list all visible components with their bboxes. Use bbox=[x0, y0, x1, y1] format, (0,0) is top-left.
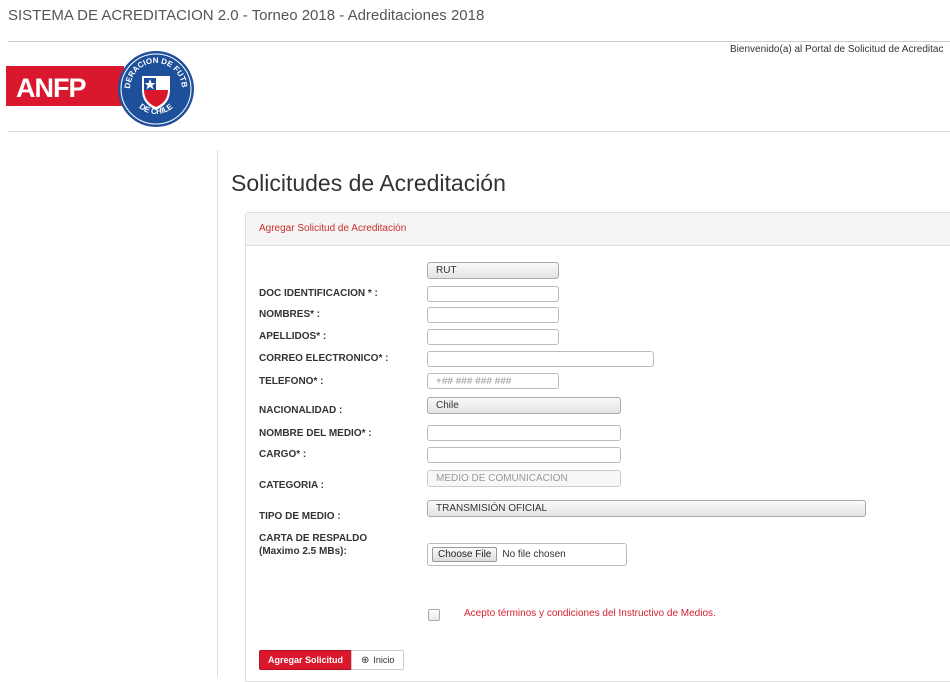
medio-label: NOMBRE DEL MEDIO* : bbox=[259, 428, 372, 439]
telefono-label: TELEFONO* : bbox=[259, 376, 324, 387]
anfp-logo[interactable]: ANFP FEDERACION DE FUTBOL DE CHILE bbox=[3, 41, 221, 130]
categoria-select: MEDIO DE COMUNICACION bbox=[427, 470, 621, 487]
app-title: SISTEMA DE ACREDITACION 2.0 - Torneo 201… bbox=[8, 7, 485, 24]
terms-checkbox[interactable] bbox=[428, 609, 440, 621]
page-title: Solicitudes de Acreditación bbox=[231, 170, 506, 196]
cargo-label: CARGO* : bbox=[259, 449, 307, 460]
tipo-medio-label: TIPO DE MEDIO : bbox=[259, 511, 341, 522]
nacionalidad-label: NACIONALIDAD : bbox=[259, 405, 343, 416]
submit-button[interactable]: Agregar Solicitud bbox=[259, 650, 353, 670]
telefono-input[interactable] bbox=[427, 373, 559, 389]
choose-file-button[interactable]: Choose File bbox=[432, 547, 498, 562]
header-bottom-divider bbox=[8, 131, 950, 132]
anfp-logo-graphic: ANFP FEDERACION DE FUTBOL DE CHILE bbox=[3, 41, 194, 127]
nacionalidad-select[interactable]: Chile bbox=[427, 397, 621, 414]
categoria-label: CATEGORIA : bbox=[259, 480, 324, 491]
medio-input[interactable] bbox=[427, 425, 621, 441]
welcome-message: Bienvenido(a) al Portal de Solicitud de … bbox=[730, 44, 944, 55]
carta-size-label: (Maximo 2.5 MBs): bbox=[259, 546, 347, 557]
nombres-input[interactable] bbox=[427, 307, 559, 323]
email-input[interactable] bbox=[427, 351, 654, 367]
nombres-label: NOMBRES* : bbox=[259, 309, 321, 320]
correo-label: CORREO ELECTRONICO* : bbox=[259, 353, 389, 364]
svg-text:ANFP: ANFP bbox=[16, 73, 86, 103]
doc-id-label: DOC IDENTIFICACION * : bbox=[259, 288, 378, 299]
panel-heading: Agregar Solicitud de Acreditación bbox=[246, 213, 950, 246]
file-status: No file chosen bbox=[502, 549, 566, 560]
tipo-medio-select[interactable]: TRANSMISIÓN OFICIAL bbox=[427, 500, 866, 517]
doc-id-input[interactable] bbox=[427, 286, 559, 302]
doc-type-select[interactable]: RUT bbox=[427, 262, 559, 279]
apellidos-label: APELLIDOS* : bbox=[259, 331, 327, 342]
sidebar-divider bbox=[217, 150, 218, 677]
file-input[interactable]: Choose File No file chosen bbox=[427, 543, 627, 566]
header-divider bbox=[8, 41, 950, 42]
circle-plus-icon: ⊕ bbox=[361, 655, 370, 666]
terms-link[interactable]: Acepto términos y condiciones del Instru… bbox=[464, 608, 716, 619]
home-label: Inicio bbox=[373, 655, 395, 665]
home-button[interactable]: ⊕ Inicio bbox=[351, 650, 405, 670]
carta-label: CARTA DE RESPALDO bbox=[259, 533, 368, 544]
apellidos-input[interactable] bbox=[427, 329, 559, 345]
cargo-input[interactable] bbox=[427, 447, 621, 463]
